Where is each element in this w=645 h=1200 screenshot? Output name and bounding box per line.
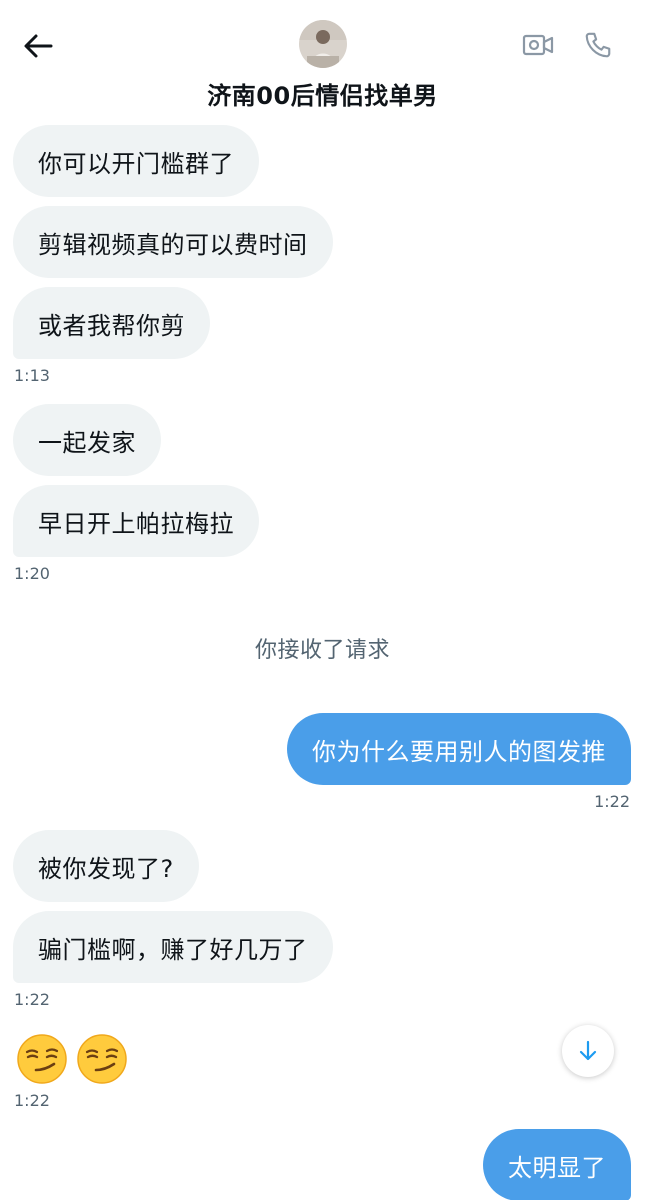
message-timestamp: 1:22 [594,792,630,811]
incoming-message-bubble[interactable]: 一起发家 [13,404,161,476]
emoji-message[interactable] [16,1033,128,1085]
avatar-image [299,20,347,68]
incoming-message-bubble[interactable]: 骗门槛啊，赚了好几万了 [13,911,333,983]
smirking-face-emoji-icon [77,1034,127,1084]
message-timestamp: 1:22 [14,990,50,1009]
incoming-message-bubble[interactable]: 剪辑视频真的可以费时间 [13,206,333,278]
dm-conversation-screen: 济南00后情侣找单男 你可以开门槛群了 剪辑视频真的可以费时间 或者我帮你剪 1… [0,0,645,1200]
incoming-message-bubble[interactable]: 或者我帮你剪 [13,287,210,359]
outgoing-message-bubble[interactable]: 太明显了 [483,1129,631,1200]
voice-call-button[interactable] [578,26,618,64]
message-timestamp: 1:20 [14,564,50,583]
incoming-message-bubble[interactable]: 早日开上帕拉梅拉 [13,485,259,557]
phone-icon [585,32,611,58]
outgoing-message-bubble[interactable]: 你为什么要用别人的图发推 [287,713,631,785]
back-button[interactable] [18,26,58,66]
message-timestamp: 1:22 [14,1091,50,1110]
video-call-button[interactable] [518,27,558,63]
smirking-face-emoji-icon [17,1034,67,1084]
arrow-left-icon [24,34,53,58]
scroll-to-bottom-button[interactable] [562,1025,614,1077]
incoming-message-bubble[interactable]: 你可以开门槛群了 [13,125,259,197]
video-camera-icon [522,34,554,56]
arrow-down-icon [579,1040,597,1061]
conversation-header: 济南00后情侣找单男 [0,0,645,118]
request-accepted-note: 你接收了请求 [254,638,390,663]
page-title: 济南00后情侣找单男 [207,82,438,110]
message-timestamp: 1:13 [14,366,50,385]
incoming-message-bubble[interactable]: 被你发现了? [13,830,199,902]
avatar[interactable] [299,20,347,68]
